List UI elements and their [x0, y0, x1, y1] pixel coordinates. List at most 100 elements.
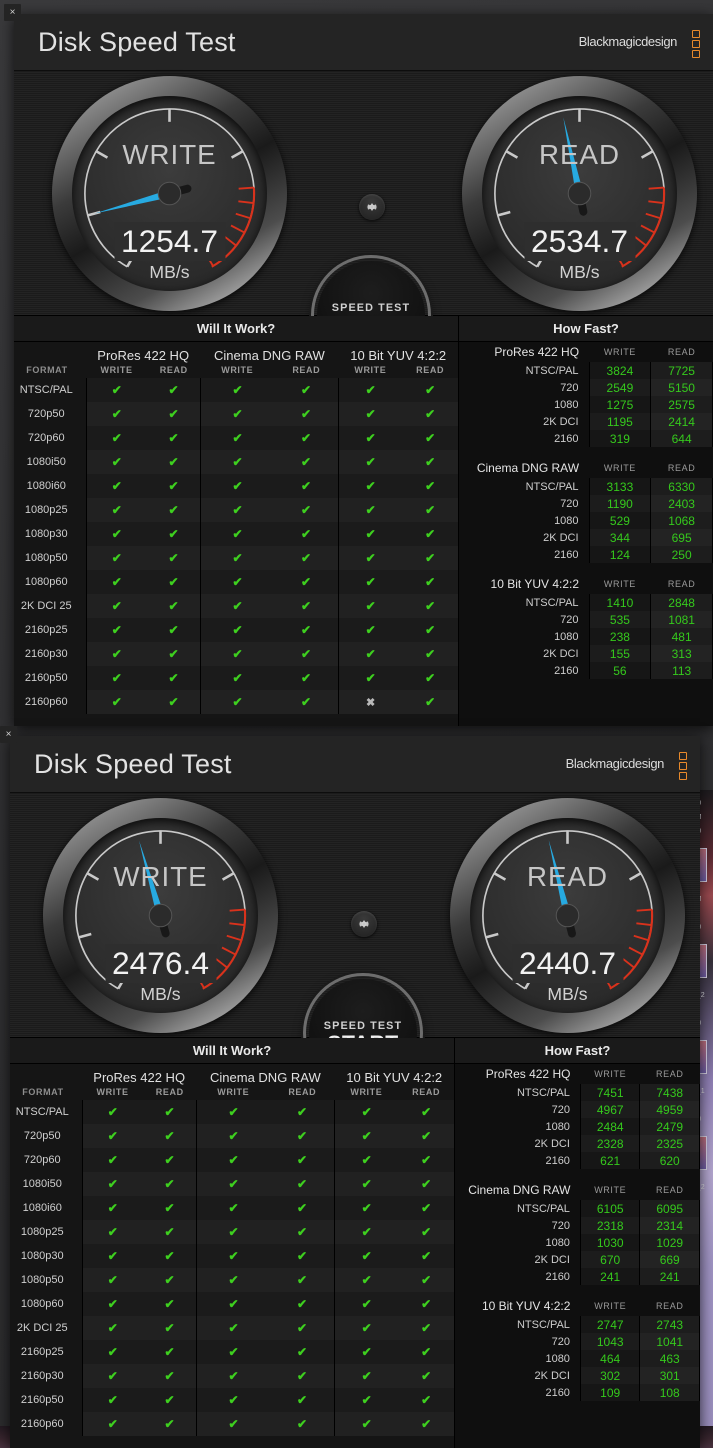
- compatibility-cell: ✔: [270, 1100, 335, 1124]
- speed-write-value: 1195: [588, 413, 652, 430]
- check-icon: ✔: [300, 527, 312, 541]
- gauge-title: WRITE: [113, 861, 208, 893]
- compatibility-cell: ✔: [402, 594, 458, 618]
- speed-write-value: 1190: [588, 495, 652, 512]
- compatibility-cell: ✔: [333, 1148, 399, 1172]
- compatibility-cell: ✔: [270, 1148, 335, 1172]
- table-row: 2160p60 ✔ ✔ ✔ ✔ ✔ ✔: [10, 1412, 454, 1436]
- check-icon: ✔: [421, 1297, 432, 1311]
- speed-format-label: NTSC/PAL: [516, 1086, 570, 1099]
- close-icon[interactable]: ×: [0, 726, 17, 743]
- table-row: 1080p30 ✔ ✔ ✔ ✔ ✔ ✔: [10, 1244, 454, 1268]
- check-icon: ✔: [164, 1321, 175, 1335]
- speed-format-label: NTSC/PAL: [525, 596, 579, 609]
- disk-speed-test-window[interactable]: × Disk Speed Test Blackmagicdesign WRITE 125…: [4, 4, 713, 726]
- window-titlebar[interactable]: Disk Speed Test Blackmagicdesign: [14, 14, 713, 71]
- check-icon: ✔: [164, 1153, 175, 1167]
- speed-write-value: 464: [579, 1350, 641, 1367]
- speed-column-subheader: WRITE: [603, 579, 636, 589]
- compatibility-cell: ✔: [85, 594, 148, 618]
- table-row: 1080p30 ✔ ✔ ✔ ✔ ✔ ✔: [14, 522, 458, 546]
- table-row: 1080i60 ✔ ✔ ✔ ✔ ✔ ✔: [10, 1196, 454, 1220]
- compatibility-cell: ✔: [143, 1148, 197, 1172]
- table-row: 1080i50 ✔ ✔ ✔ ✔ ✔ ✔: [10, 1172, 454, 1196]
- compatibility-cell: ✔: [81, 1196, 144, 1220]
- check-icon: ✔: [111, 479, 122, 493]
- format-label: 2160p30: [24, 648, 68, 660]
- compatibility-cell: ✔: [195, 1364, 271, 1388]
- check-icon: ✔: [300, 551, 312, 565]
- table-row: 2K DCI 25 ✔ ✔ ✔ ✔ ✔ ✔: [14, 594, 458, 618]
- compatibility-cell: ✔: [147, 618, 201, 642]
- will-it-work-panel: Will It Work? ProRes 422 HQ Cinema DNG RAW…: [14, 316, 458, 726]
- speed-row: 1080 464 463: [455, 1350, 700, 1367]
- check-icon: ✔: [421, 1369, 432, 1383]
- compatibility-cell: ✔: [333, 1100, 399, 1124]
- check-icon: ✔: [425, 551, 436, 565]
- speed-write-value: 3133: [588, 478, 652, 495]
- disk-speed-test-window[interactable]: × Disk Speed Test Blackmagicdesign WRITE 247…: [0, 726, 700, 1448]
- check-icon: ✔: [361, 1273, 372, 1287]
- table-row: NTSC/PAL ✔ ✔ ✔ ✔ ✔ ✔: [14, 378, 458, 402]
- check-icon: ✔: [361, 1129, 372, 1143]
- window-titlebar[interactable]: Disk Speed Test Blackmagicdesign: [10, 736, 700, 793]
- gauge-redline-tick: [214, 957, 228, 969]
- close-icon[interactable]: ×: [4, 4, 21, 21]
- check-icon: ✔: [228, 1393, 239, 1407]
- compatibility-cell: ✔: [195, 1172, 271, 1196]
- check-icon: ✔: [164, 1129, 175, 1143]
- check-icon: ✔: [228, 1249, 239, 1263]
- compatibility-cell: ✔: [333, 1412, 399, 1436]
- check-icon: ✔: [300, 695, 312, 709]
- speed-write-value: 1410: [588, 594, 652, 611]
- speed-format-label: 2160: [545, 1154, 570, 1167]
- speed-format-label: 1080: [545, 1352, 570, 1365]
- compatibility-cell: ✔: [274, 426, 339, 450]
- speed-format-label: 1080: [554, 514, 579, 527]
- gear-icon[interactable]: [351, 911, 377, 937]
- gauge-unit: MB/s: [140, 983, 181, 1004]
- compatibility-cell: ✔: [274, 378, 339, 402]
- check-icon: ✔: [232, 479, 243, 493]
- speed-row: NTSC/PAL 2747 2743: [455, 1316, 700, 1333]
- compatibility-cell: ✔: [333, 1340, 399, 1364]
- compatibility-cell: ✔: [337, 378, 403, 402]
- group-header-row: ProRes 422 HQ Cinema DNG RAW 10 Bit YUV 4:…: [14, 342, 458, 365]
- corner-cell: [14, 342, 86, 365]
- speed-read-value: 2414: [650, 413, 713, 430]
- check-icon: ✔: [232, 647, 243, 661]
- compatibility-cell: ✔: [333, 1220, 399, 1244]
- check-icon: ✔: [164, 1201, 175, 1215]
- gauge-title: WRITE: [122, 139, 217, 171]
- table-row: 1080p25 ✔ ✔ ✔ ✔ ✔ ✔: [10, 1220, 454, 1244]
- how-fast-table: ProRes 422 HQ WRITE READ NTSC/PAL 3824 7725 72…: [459, 342, 713, 679]
- speed-read-value: 241: [639, 1268, 700, 1285]
- compatibility-cell: ✔: [195, 1340, 271, 1364]
- gauge-redline-tick: [636, 922, 652, 927]
- speed-format-label: 2160: [545, 1270, 570, 1283]
- column-subheader: READ: [155, 1087, 184, 1097]
- format-label: 1080i60: [26, 480, 66, 492]
- check-icon: ✔: [361, 1345, 372, 1359]
- check-icon: ✔: [111, 623, 122, 637]
- check-icon: ✔: [164, 1249, 175, 1263]
- check-icon: ✔: [421, 1273, 432, 1287]
- gauge-redline-tick: [633, 235, 647, 247]
- speed-write-value: 2328: [579, 1135, 641, 1152]
- check-icon: ✔: [361, 1393, 372, 1407]
- speed-format-label: 2K DCI: [543, 647, 579, 660]
- table-row: 1080i60 ✔ ✔ ✔ ✔ ✔ ✔: [14, 474, 458, 498]
- check-icon: ✔: [421, 1105, 432, 1119]
- compatibility-cell: ✖: [337, 690, 403, 714]
- gear-icon[interactable]: [359, 194, 385, 220]
- check-icon: ✔: [300, 455, 312, 469]
- speed-column-subheader: READ: [656, 1185, 684, 1195]
- compatibility-cell: ✔: [85, 690, 148, 714]
- compatibility-cell: ✔: [81, 1340, 144, 1364]
- compatibility-cell: ✔: [143, 1100, 197, 1124]
- speed-read-value: 1068: [650, 512, 713, 529]
- check-icon: ✔: [107, 1297, 118, 1311]
- check-icon: ✔: [425, 431, 436, 445]
- speed-write-value: 6105: [579, 1200, 641, 1217]
- check-icon: ✔: [365, 431, 376, 445]
